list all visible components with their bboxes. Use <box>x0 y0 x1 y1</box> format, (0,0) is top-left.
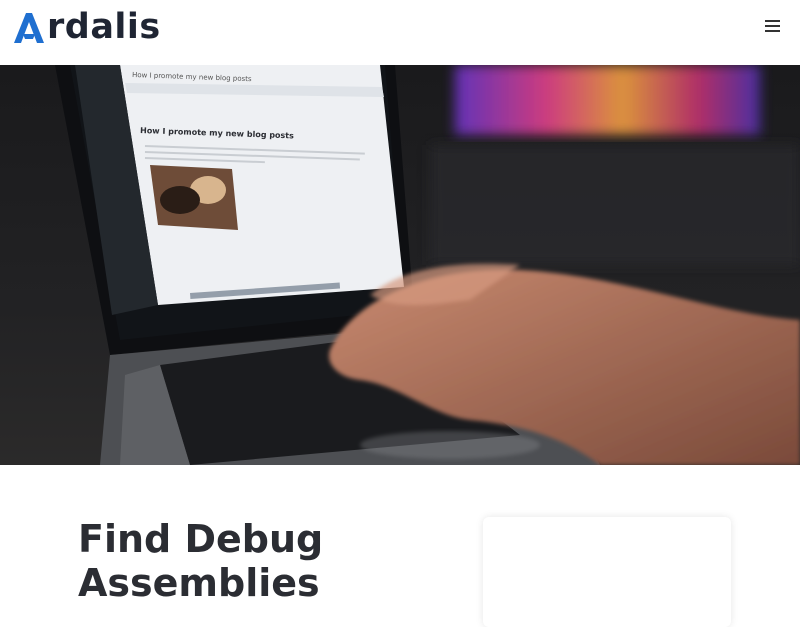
laptop-photo: How I promote my new blog posts How I pr… <box>55 65 800 465</box>
main-content: Find Debug Assemblies <box>0 465 800 627</box>
site-header: rdalis <box>0 0 800 65</box>
sidebar-card <box>483 517 731 627</box>
hamburger-menu-icon[interactable] <box>764 18 782 34</box>
logo-mark-icon <box>12 10 46 44</box>
hero-image: How I promote my new blog posts How I pr… <box>0 65 800 465</box>
ardalis-logo[interactable]: rdalis <box>12 6 161 48</box>
page-title: Find Debug Assemblies <box>78 517 324 605</box>
logo-text: rdalis <box>47 7 161 47</box>
